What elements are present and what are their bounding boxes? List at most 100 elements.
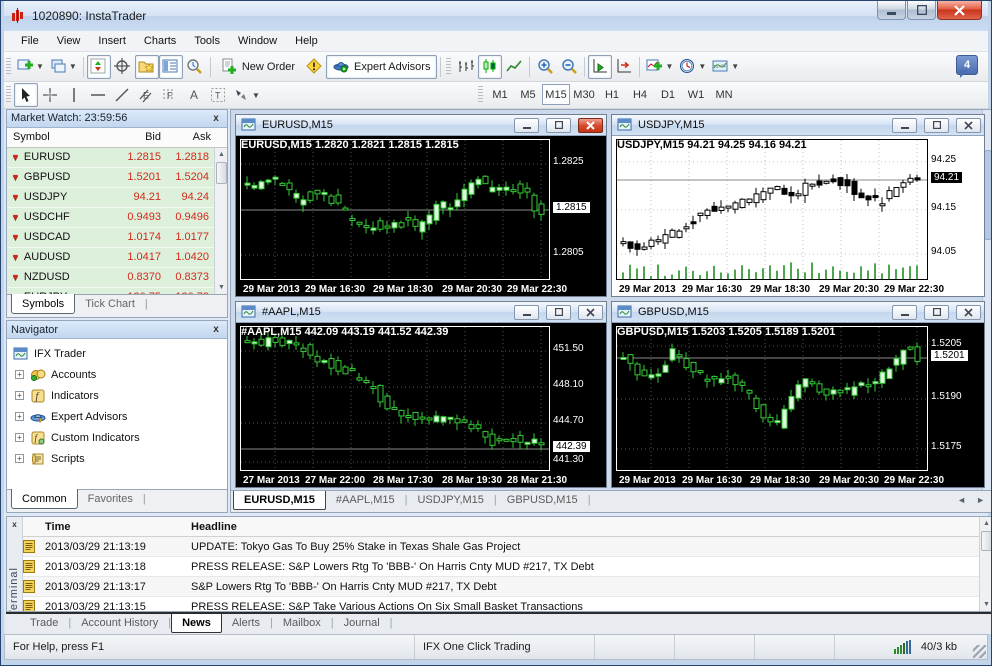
market-watch-row[interactable]: ▼ USDCAD 1.0174 1.0177 [7,228,227,248]
terminal-toggle-button[interactable] [158,54,183,79]
news-row[interactable]: 2013/03/29 21:13:17 S&P Lowers Rtg To 'BB… [23,577,979,597]
news-row[interactable]: 2013/03/29 21:13:18 PRESS RELEASE: S&P Lo… [23,557,979,577]
tab-favorites[interactable]: Favorites [78,490,143,508]
chart-shift-button[interactable] [612,55,636,79]
news-row[interactable]: 2013/03/29 21:13:19 UPDATE: Tokyo Gas To … [23,537,979,557]
market-watch-row[interactable]: ▼ GBPUSD 1.5201 1.5204 [7,168,227,188]
notifications-badge[interactable]: 4 [956,55,978,78]
chart-tab-aaplm15[interactable]: #AAPL,M15 [326,491,405,509]
tree-item-accounts[interactable]: + Accounts [13,364,225,385]
tree-item-scripts[interactable]: + Scripts [13,448,225,469]
data-window-button[interactable] [111,55,135,79]
news-row[interactable]: 2013/03/29 21:13:15 PRESS RELEASE: S&P Ta… [23,597,979,611]
chart-plot[interactable] [616,326,928,471]
title-bar[interactable]: 1020890: InstaTrader [4,1,988,31]
periods-dropdown-button[interactable]: ▼ [676,55,709,79]
timeframe-d1[interactable]: D1 [654,84,682,105]
menu-charts[interactable]: Charts [135,33,185,49]
profiles-button[interactable]: ▼ [47,55,80,79]
vertical-line-button[interactable] [62,83,86,107]
indicators-dropdown-button[interactable]: ▼ [643,55,676,79]
expert-advisors-button[interactable]: Expert Advisors [326,54,438,79]
terminal-tab-alerts[interactable]: Alerts [222,614,270,632]
chart-minimize-button[interactable] [514,304,539,320]
chart-restore-button[interactable] [546,117,571,133]
chart-minimize-button[interactable] [892,117,917,133]
market-watch-scrollbar[interactable]: ▲ ▼ [214,147,227,295]
tree-item-custom-indicators[interactable]: + f Custom Indicators [13,427,225,448]
market-watch-row[interactable]: ▼ EURUSD 1.2815 1.2818 [7,148,227,168]
menu-view[interactable]: View [48,33,90,49]
terminal-tab-account-history[interactable]: Account History [71,614,168,632]
terminal-tab-trade[interactable]: Trade [20,614,68,632]
close-button[interactable] [937,1,982,20]
status-trading-mode[interactable]: IFX One Click Trading [415,635,595,659]
menu-file[interactable]: File [12,33,48,49]
chart-restore-button[interactable] [924,117,949,133]
text-label-button[interactable]: T [206,83,230,107]
tabs-scroll-right-icon[interactable]: ► [976,495,985,505]
candlestick-chart-button[interactable] [478,54,503,79]
menu-window[interactable]: Window [229,33,286,49]
cursor-button[interactable] [14,83,38,107]
terminal-tab-news[interactable]: News [171,614,222,633]
zoom-out-button[interactable] [557,55,581,79]
tab-common[interactable]: Common [11,489,78,509]
market-watch-row[interactable]: ▼ NZDUSD 0.8370 0.8373 [7,268,227,288]
text-button[interactable]: A [182,83,206,107]
chart-tab-gbpusdm15[interactable]: GBPUSD,M15 [497,491,588,509]
auto-scroll-button[interactable] [588,54,613,79]
new-chart-button[interactable]: ▼ [14,55,47,79]
scroll-down-icon[interactable]: ▼ [215,281,227,294]
tabs-scroll-left-icon[interactable]: ◄ [957,495,966,505]
chart-plot[interactable] [616,139,928,280]
zoom-in-button[interactable] [533,55,557,79]
scroll-up-icon[interactable]: ▲ [215,148,227,161]
horizontal-line-button[interactable] [86,83,110,107]
chart-close-button[interactable] [956,304,981,320]
chart-tab-usdjpym15[interactable]: USDJPY,M15 [407,491,493,509]
timeframe-w1[interactable]: W1 [682,84,710,105]
chart-area-usdjpy[interactable]: USDJPY,M15 94.21 94.25 94.16 94.21 94.25 9… [612,136,984,296]
terminal-tab-journal[interactable]: Journal [334,614,390,632]
chart-tab-eurusdm15[interactable]: EURUSD,M15 [233,491,326,510]
templates-dropdown-button[interactable]: ▼ [709,55,742,79]
timeframe-m5[interactable]: M5 [514,84,542,105]
navigator-close-icon[interactable]: x [209,323,223,336]
chart-close-button[interactable] [578,304,603,320]
market-watch-row[interactable]: ▼ AUDUSD 1.0417 1.0420 [7,248,227,268]
bar-chart-button[interactable] [454,55,478,79]
line-chart-button[interactable] [502,55,526,79]
terminal-close-icon[interactable]: x [9,519,20,530]
market-watch-row[interactable]: ▼ USDCHF 0.9493 0.9496 [7,208,227,228]
menu-insert[interactable]: Insert [89,33,135,49]
chart-plot[interactable] [240,326,550,471]
tree-item-indicators[interactable]: + f Indicators [13,385,225,406]
chart-restore-button[interactable] [924,304,949,320]
resize-grip[interactable] [973,645,986,658]
maximize-button[interactable] [907,1,936,20]
tree-item-root[interactable]: IFX Trader [13,343,225,364]
market-watch-row[interactable]: ▼ EURJPY 120.75120.78 [7,288,227,294]
expand-plus-icon[interactable]: + [15,391,24,400]
news-scrollbar[interactable]: ▲ ▼ [979,517,991,611]
timeframe-m15[interactable]: M15 [542,84,570,105]
tree-item-expert-advisors[interactable]: + Expert Advisors [13,406,225,427]
chart-window-titlebar[interactable]: EURUSD,M15 [236,115,606,136]
timeframe-h4[interactable]: H4 [626,84,654,105]
market-watch-toggle-button[interactable] [86,54,111,79]
chart-window-titlebar[interactable]: USDJPY,M15 [612,115,984,136]
menu-help[interactable]: Help [286,33,327,49]
chart-minimize-button[interactable] [514,117,539,133]
arrows-dropdown-button[interactable]: ▼ [230,83,263,107]
crosshair-button[interactable] [38,83,62,107]
chart-plot[interactable] [240,139,550,280]
menu-tools[interactable]: Tools [185,33,229,49]
timeframe-h1[interactable]: H1 [598,84,626,105]
expand-plus-icon[interactable]: + [15,412,24,421]
timeframe-mn[interactable]: MN [710,84,738,105]
timeframe-m30[interactable]: M30 [570,84,598,105]
equidistant-channel-button[interactable]: E [134,83,158,107]
terminal-tab-mailbox[interactable]: Mailbox [273,614,331,632]
expand-plus-icon[interactable]: + [15,370,24,379]
